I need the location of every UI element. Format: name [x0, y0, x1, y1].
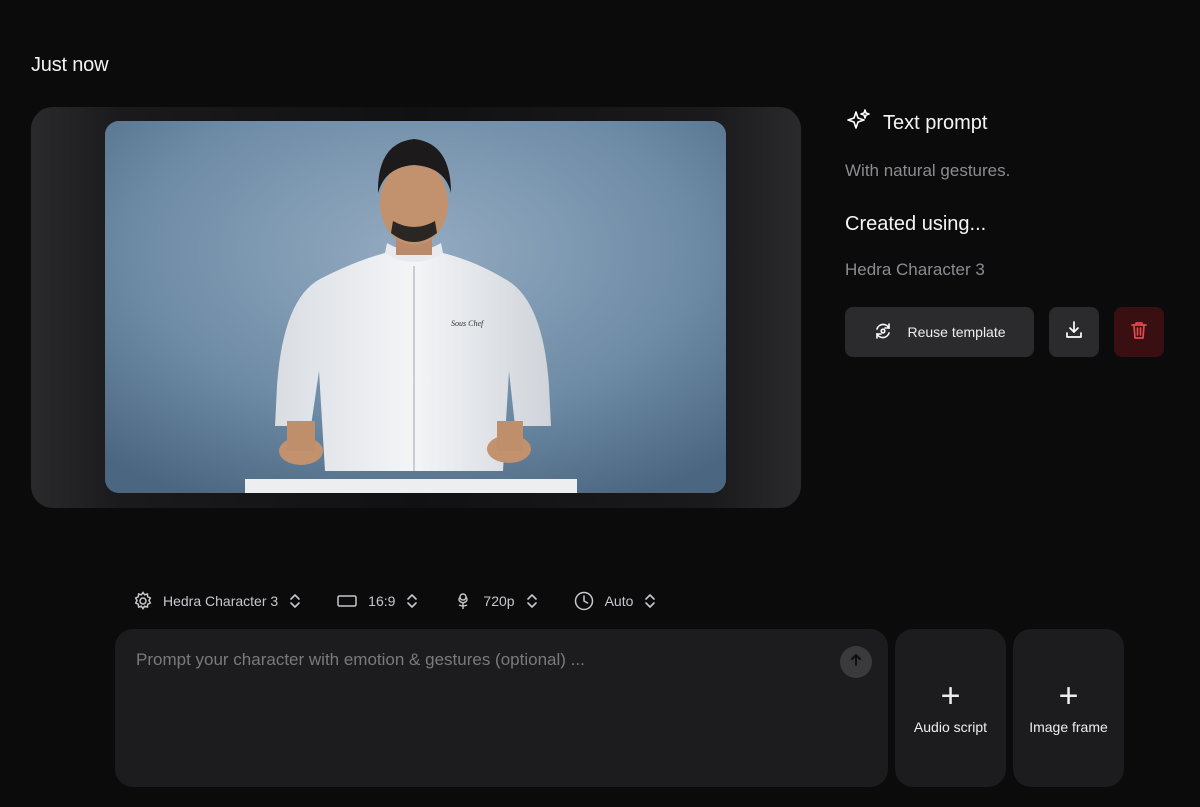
- text-prompt-value: With natural gestures.: [845, 161, 1011, 180]
- chevron-updown-icon: [643, 592, 657, 610]
- timestamp: Just now: [31, 54, 109, 76]
- prompt-input[interactable]: [134, 649, 818, 671]
- rectangle-icon: [336, 593, 358, 609]
- flower-icon: [453, 591, 473, 611]
- download-icon: [1063, 319, 1085, 346]
- plus-icon: +: [1058, 677, 1079, 715]
- arrow-up-icon: [848, 652, 864, 673]
- chef-image: Sous Chef: [105, 121, 726, 493]
- duration-select[interactable]: Auto: [573, 590, 658, 612]
- refresh-icon: [873, 321, 893, 344]
- generation-settings: Hedra Character 3 16:9 720p Auto: [133, 590, 691, 612]
- image-frame-card[interactable]: + Image frame: [1013, 629, 1124, 787]
- action-buttons: Reuse template: [845, 307, 1164, 357]
- delete-button[interactable]: [1114, 307, 1164, 357]
- sparkles-icon: [845, 108, 871, 139]
- image-frame-label: Image frame: [1029, 719, 1108, 735]
- text-prompt-title: Text prompt: [883, 112, 988, 134]
- reuse-template-label: Reuse template: [907, 324, 1006, 340]
- details-panel: Text prompt With natural gestures. Creat…: [845, 108, 1175, 280]
- duration-label: Auto: [604, 593, 634, 609]
- clock-icon: [573, 590, 595, 612]
- video-preview[interactable]: Sous Chef: [31, 107, 801, 508]
- aspect-label: 16:9: [368, 593, 396, 609]
- gear-icon: [133, 591, 153, 611]
- reuse-template-button[interactable]: Reuse template: [845, 307, 1034, 357]
- model-label: Hedra Character 3: [163, 593, 279, 609]
- send-button[interactable]: [840, 646, 872, 678]
- aspect-select[interactable]: 16:9: [336, 592, 419, 610]
- trash-icon: [1128, 319, 1150, 346]
- chevron-updown-icon: [525, 592, 539, 610]
- plus-icon: +: [940, 677, 961, 715]
- video-frame[interactable]: Sous Chef: [105, 121, 726, 493]
- created-using-title: Created using...: [845, 213, 987, 235]
- svg-text:Sous Chef: Sous Chef: [451, 319, 485, 328]
- chevron-updown-icon: [405, 592, 419, 610]
- audio-script-card[interactable]: + Audio script: [895, 629, 1006, 787]
- download-button[interactable]: [1049, 307, 1099, 357]
- chevron-updown-icon: [288, 592, 302, 610]
- created-using-value: Hedra Character 3: [845, 260, 985, 279]
- prompt-box: [115, 629, 888, 787]
- resolution-label: 720p: [483, 593, 515, 609]
- audio-script-label: Audio script: [913, 719, 988, 735]
- model-select[interactable]: Hedra Character 3: [133, 591, 302, 611]
- resolution-select[interactable]: 720p: [453, 591, 538, 611]
